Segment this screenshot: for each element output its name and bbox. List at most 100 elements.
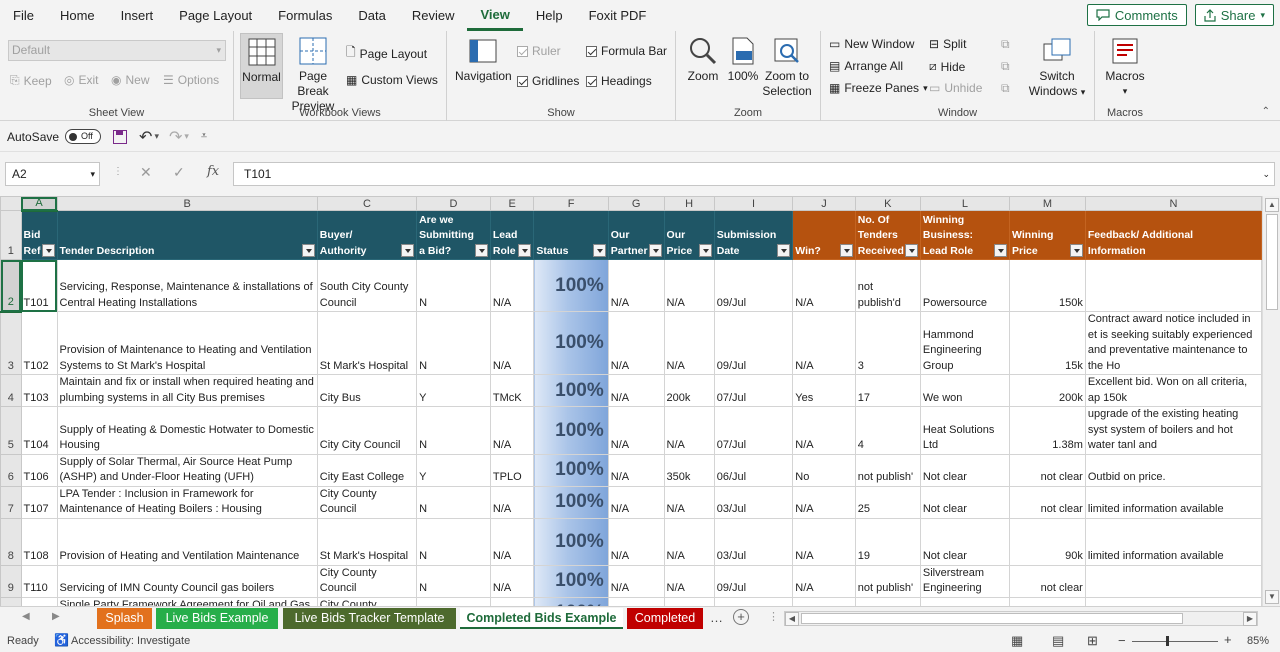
cell-tenders[interactable]: not publish'd [854,259,921,312]
cell-feedback[interactable]: upgrade of the existing heating syst sys… [1084,406,1262,455]
chevron-down-icon[interactable]: ▾ [184,131,189,142]
cell-desc[interactable]: Supply of Solar Thermal, Air Source Heat… [56,453,318,487]
cell-ref[interactable]: T104 [20,406,58,455]
row-header[interactable]: 10 [0,596,22,606]
cell-tenders[interactable]: not publish' [854,453,921,487]
sheet-tab-completed-bids-example[interactable]: Completed Bids Example [460,608,623,629]
zoom-in-icon[interactable]: + [1224,632,1232,647]
arrange-all-button[interactable]: ▤ Arrange All [829,59,903,73]
page-layout-view-icon[interactable]: ▤ [1052,633,1064,649]
redo-icon[interactable]: ↷ [169,127,182,147]
scroll-thumb[interactable] [1266,214,1278,310]
cell-ref[interactable]: T106 [20,453,58,487]
column-header[interactable]: K [854,196,921,211]
filter-dropdown-icon[interactable] [592,244,606,257]
column-header[interactable]: F [533,196,609,211]
normal-view-icon[interactable]: ▦ [1011,633,1023,649]
view-side-by-side-button[interactable]: ⧉ [1001,37,1010,52]
tab-formulas[interactable]: Formulas [265,0,345,31]
column-header[interactable]: L [919,196,1011,211]
cell-partner[interactable]: N/A [607,596,665,606]
column-header[interactable]: H [663,196,715,211]
cell-partner[interactable]: N/A [607,564,665,598]
column-header[interactable]: M [1009,196,1086,211]
cell-date[interactable]: 07/Jul [713,406,794,455]
new-window-button[interactable]: ▭ New Window [829,37,914,51]
cell-partner[interactable]: N/A [607,259,665,312]
cell-ref[interactable]: T107 [20,485,58,519]
cell-winner[interactable]: Powersource [919,259,1011,312]
cell-desc[interactable]: Servicing of IMN County Council gas boil… [56,564,318,598]
headings-checkbox[interactable]: Headings [586,74,652,88]
table-header-cell[interactable]: Buyer/ Authority [316,210,418,260]
cell-bid[interactable]: N [416,406,491,455]
tab-help[interactable]: Help [523,0,576,31]
cell-date[interactable]: 03/Jul [713,517,794,566]
filter-dropdown-icon[interactable] [777,244,791,257]
cell-buyer[interactable]: City East College [316,453,418,487]
zoom-button[interactable]: Zoom [684,36,722,84]
cell-ref[interactable]: T103 [20,374,58,407]
cell-wprice[interactable]: 200k [1009,374,1086,407]
page-break-preview-button[interactable]: Page Break Preview [284,36,342,114]
column-header[interactable]: J [792,196,856,211]
macros-button[interactable]: Macros ▾ [1103,36,1147,99]
sheet-tab-splash[interactable]: Splash [97,608,152,629]
row-header[interactable]: 7 [0,485,22,519]
keep-button[interactable]: ⎘ Keep [10,73,52,88]
column-header[interactable]: E [489,196,535,211]
scroll-up-icon[interactable]: ▲ [1265,198,1279,212]
cell-feedback[interactable]: limited information available [1084,485,1262,519]
cell-win[interactable]: N/A [792,259,856,312]
cell-date[interactable]: 07/Jul [713,374,794,407]
sheet-tab-completed[interactable]: Completed [627,608,703,629]
row-header[interactable]: 5 [0,406,22,455]
cell-lead[interactable]: N/A [489,259,535,312]
tab-scroll-right-icon[interactable]: ▶ [52,611,60,622]
tab-home[interactable]: Home [47,0,108,31]
zoom-slider[interactable] [1132,636,1218,646]
filter-dropdown-icon[interactable] [518,244,532,257]
cell-wprice[interactable]: 605k [1009,596,1086,606]
cell-tenders[interactable]: 19 [854,517,921,566]
add-sheet-icon[interactable]: + [733,609,749,625]
gridlines-checkbox[interactable]: Gridlines [517,74,579,88]
cell-price[interactable]: N/A [663,311,715,375]
row-header[interactable]: 2 [0,259,22,313]
insert-function-icon[interactable]: fx [207,164,219,179]
tab-file[interactable]: File [0,0,47,31]
ruler-checkbox[interactable]: Ruler [517,44,561,58]
cell-partner[interactable]: N/A [607,311,665,375]
cell-bid[interactable]: N [416,564,491,598]
cell-price[interactable]: N/A [663,485,715,519]
cell-lead[interactable]: N/A [489,485,535,519]
filter-dropdown-icon[interactable] [301,244,315,257]
enter-icon[interactable]: ✓ [173,164,185,181]
save-icon[interactable] [113,129,128,144]
cell-price[interactable]: 350k [663,453,715,487]
cell-partner[interactable]: N/A [607,374,665,407]
normal-view-button[interactable]: Normal [240,33,283,99]
cell-winner[interactable]: Not clear [919,517,1011,566]
cell-win[interactable]: N/A [792,406,856,455]
custom-views-button[interactable]: ▦ Custom Views [346,73,438,87]
cell-win[interactable]: N/A [792,311,856,375]
cell-partner[interactable]: N/A [607,453,665,487]
cell-buyer[interactable]: City County Council [316,564,418,598]
split-button[interactable]: ⊟ Split [929,37,966,51]
cell-status[interactable]: 100% [533,596,609,606]
cell-bid[interactable]: N [416,485,491,519]
table-header-cell[interactable]: Bid Ref [20,210,58,260]
cell-lead[interactable]: N/A [489,564,535,598]
cell-desc[interactable]: Provision of Maintenance to Heating and … [56,311,318,375]
row-header[interactable]: 4 [0,374,22,407]
cell-partner[interactable]: N/A [607,517,665,566]
page-layout-view-button[interactable]: 🗋 Page Layout [346,43,427,64]
table-header-cell[interactable]: Win? [792,210,856,260]
accessibility-status[interactable]: Accessibility: Investigate [71,635,190,647]
cell-winner[interactable]: We won [919,374,1011,407]
tab-insert[interactable]: Insert [108,0,167,31]
cell-lead[interactable]: N/A [489,406,535,455]
table-header-cell[interactable]: Lead Role [489,210,535,260]
cell-feedback[interactable]: Excellent bid. Won on all criteria, ap 1… [1084,374,1262,407]
